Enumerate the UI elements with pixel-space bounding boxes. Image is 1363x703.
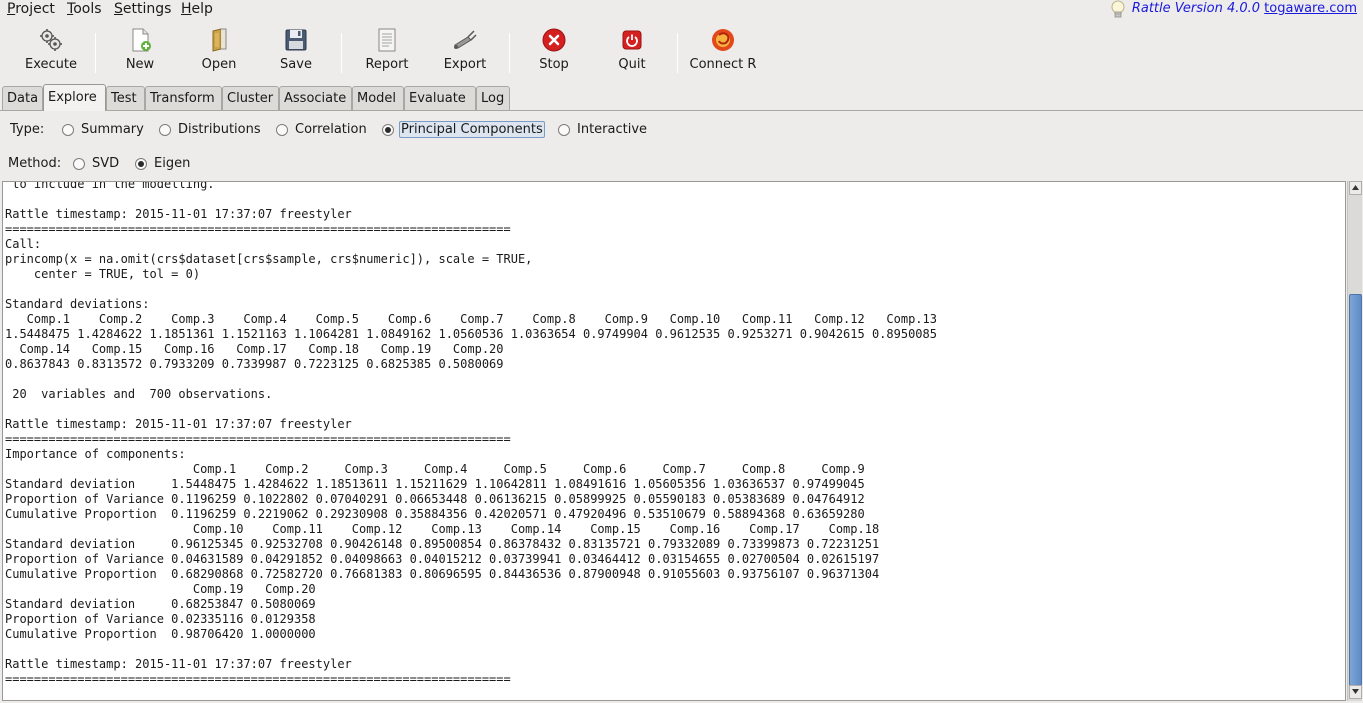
type-principal-components-label[interactable]: Principal Components — [399, 121, 545, 138]
report-label: Report — [365, 57, 409, 72]
type-correlation-label[interactable]: Correlation — [295, 122, 367, 137]
output-text: to include in the modelling. Rattle time… — [5, 181, 937, 686]
menu-project[interactable]: Project — [7, 1, 55, 17]
quit-icon — [602, 27, 662, 53]
type-summary-label[interactable]: Summary — [81, 122, 144, 137]
type-distributions-radio[interactable] — [159, 124, 171, 136]
open-icon — [189, 27, 249, 53]
toolbar-separator — [95, 33, 96, 73]
new-label: New — [125, 57, 155, 72]
tab-data[interactable]: Data — [2, 86, 43, 110]
stop-label: Stop — [539, 57, 569, 72]
save-label: Save — [280, 57, 312, 72]
type-interactive-radio[interactable] — [558, 124, 570, 136]
menu-settings-label: ettings — [122, 1, 172, 17]
tab-log[interactable]: Log — [476, 86, 510, 110]
type-interactive-label[interactable]: Interactive — [577, 122, 647, 137]
menu-help-label: elp — [191, 1, 213, 17]
save-icon — [266, 27, 326, 53]
method-svd-radio[interactable] — [73, 158, 85, 170]
menu-help-mnemonic: H — [181, 1, 192, 17]
save-button[interactable]: Save — [266, 21, 326, 81]
method-svd-label[interactable]: SVD — [92, 156, 119, 171]
execute-button[interactable]: Execute — [18, 21, 84, 81]
menu-settings[interactable]: Settings — [114, 1, 171, 17]
menu-tools-label: ools — [73, 1, 102, 17]
stop-button[interactable]: Stop — [524, 21, 584, 81]
stop-icon — [524, 27, 584, 53]
toolbar: Execute New Open Save Report Export Stop… — [0, 21, 1363, 81]
version-info: Rattle Version 4.0.0 togaware.com — [1132, 1, 1357, 16]
type-principal-components-radio[interactable] — [382, 124, 394, 136]
quit-label: Quit — [618, 57, 646, 72]
type-distributions-label[interactable]: Distributions — [178, 122, 261, 137]
menu-settings-mnemonic: S — [114, 1, 123, 17]
tab-explore[interactable]: Explore — [43, 84, 106, 111]
scroll-thumb[interactable] — [1349, 294, 1362, 686]
report-icon — [357, 27, 417, 53]
export-icon — [435, 27, 495, 53]
menu-project-mnemonic: P — [7, 1, 16, 17]
method-eigen-label[interactable]: Eigen — [154, 156, 190, 171]
toolbar-separator — [677, 33, 678, 73]
scroll-down-arrow[interactable] — [1349, 685, 1362, 699]
output-textview[interactable]: to include in the modelling. Rattle time… — [2, 181, 1346, 701]
toolbar-separator — [341, 33, 342, 73]
menu-tools[interactable]: Tools — [67, 1, 102, 17]
scroll-up-arrow[interactable] — [1349, 181, 1362, 195]
report-button[interactable]: Report — [357, 21, 417, 81]
method-label: Method: — [8, 156, 62, 171]
open-label: Open — [201, 57, 237, 72]
type-correlation-radio[interactable] — [276, 124, 288, 136]
toolbar-separator — [509, 33, 510, 73]
menu-project-label: roject — [15, 1, 55, 17]
tab-cluster[interactable]: Cluster — [222, 86, 279, 110]
export-button[interactable]: Export — [435, 21, 495, 81]
quit-button[interactable]: Quit — [602, 21, 662, 81]
execute-label: Execute — [25, 57, 77, 72]
tab-evaluate[interactable]: Evaluate — [404, 86, 476, 110]
connect-r-button[interactable]: Connect R — [685, 21, 761, 81]
menu-help[interactable]: Help — [181, 1, 213, 17]
export-label: Export — [443, 57, 487, 72]
menu-bar: Project Tools Settings Help Rattle Versi… — [0, 0, 1363, 20]
execute-icon — [18, 27, 84, 53]
type-label: Type: — [10, 122, 45, 137]
tab-transform[interactable]: Transform — [145, 86, 222, 110]
new-button[interactable]: New — [110, 21, 170, 81]
tab-test[interactable]: Test — [106, 86, 145, 110]
new-icon — [110, 27, 170, 53]
connect-r-label: Connect R — [689, 57, 757, 72]
connect-r-icon — [685, 27, 761, 53]
tab-associate[interactable]: Associate — [279, 86, 352, 110]
method-eigen-radio[interactable] — [135, 158, 147, 170]
open-button[interactable]: Open — [189, 21, 249, 81]
togaware-link[interactable]: togaware.com — [1264, 1, 1357, 16]
version-text: Rattle Version 4.0.0 — [1131, 1, 1261, 16]
vertical-scrollbar[interactable] — [1347, 181, 1362, 701]
tab-model[interactable]: Model — [352, 86, 404, 110]
type-summary-radio[interactable] — [62, 124, 74, 136]
